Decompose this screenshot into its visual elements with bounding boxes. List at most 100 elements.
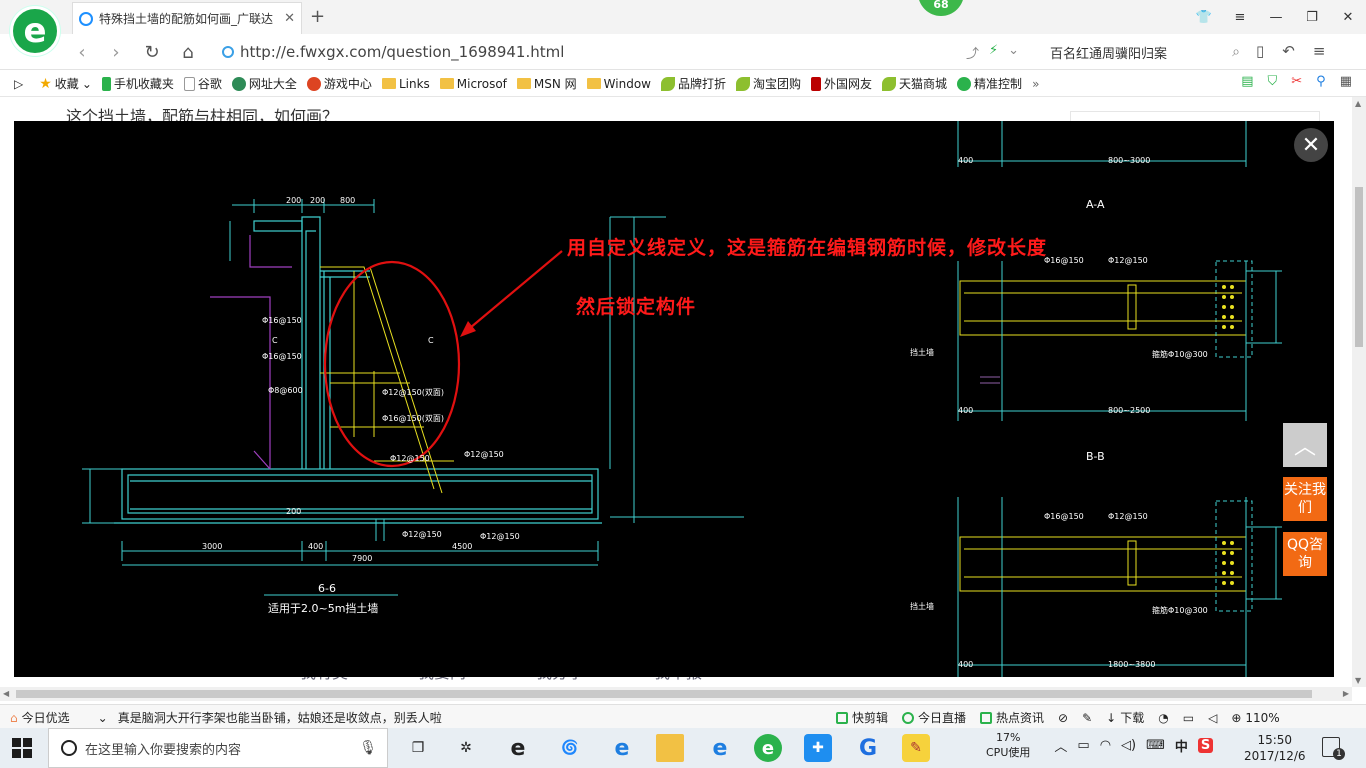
today-picks[interactable]: ⌂ 今日优选	[10, 709, 70, 726]
taskbar-search-input[interactable]: 在这里输入你要搜索的内容	[85, 739, 351, 758]
chevron-down-icon[interactable]: ⌄	[1008, 43, 1019, 62]
zoom[interactable]: ⊕ 110%	[1231, 709, 1279, 726]
follow-us-button[interactable]: 关注我们	[1283, 477, 1327, 521]
swirl-app-icon[interactable]: 🌀	[556, 734, 584, 762]
edge-e-icon[interactable]: e	[504, 734, 532, 762]
minimize-button[interactable]: —	[1258, 0, 1294, 34]
ime-indicator[interactable]: 中	[1175, 736, 1188, 755]
chat-icon	[957, 76, 972, 91]
window-icon[interactable]: ▭	[1183, 709, 1194, 726]
scissors-icon[interactable]: ✂	[1291, 74, 1302, 89]
battery-icon[interactable]: ▭	[1077, 738, 1089, 753]
speed-icon[interactable]: ⚡	[989, 43, 998, 62]
qq-consult-button[interactable]: QQ咨询	[1283, 532, 1327, 576]
cpu-meter[interactable]: 17% CPU使用	[986, 730, 1030, 760]
bookmark-tmall[interactable]: 天猫商城	[882, 75, 947, 92]
bookmark-control[interactable]: 精准控制	[957, 75, 1022, 92]
vertical-scroll-thumb[interactable]	[1355, 187, 1363, 347]
windows-start-icon[interactable]	[12, 738, 32, 758]
extension-icons: ▤ ⛉ ✂ ⚲ ▦	[1241, 74, 1352, 89]
scroll-down-arrow-icon[interactable]: ▼	[1355, 676, 1361, 685]
undo-icon[interactable]: ↶	[1282, 42, 1295, 60]
sidebar-toggle-icon[interactable]: ▷	[14, 77, 23, 91]
search-icon[interactable]: ⌕	[1232, 44, 1240, 60]
reader-icon[interactable]: ▤	[1241, 74, 1253, 89]
bookmark-microsoft[interactable]: Microsof	[439, 77, 507, 91]
keyboard-icon[interactable]: ⌨	[1146, 738, 1165, 753]
vertical-scrollbar[interactable]: ▲ ▼	[1352, 97, 1366, 687]
refresh-icon[interactable]: ↻	[140, 40, 164, 64]
apps-grid-icon[interactable]: ▦	[1340, 74, 1352, 89]
address-bar[interactable]: http://e.fwxgx.com/question_1698941.html	[222, 39, 1032, 65]
home-icon[interactable]: ⌂	[176, 40, 200, 64]
image-viewer[interactable]: 200 200 800 3000 400 4500 7900 200 Φ16@1…	[14, 121, 1334, 677]
more-bookmarks-icon[interactable]: »	[1032, 77, 1039, 91]
browser-app-icon[interactable]: e	[754, 734, 782, 762]
today-live[interactable]: 今日直播	[902, 709, 966, 726]
menu-icon[interactable]: ≡	[1222, 0, 1258, 34]
bookmark-google[interactable]: 谷歌	[183, 75, 222, 92]
close-window-button[interactable]: ✕	[1330, 0, 1366, 34]
bookmark-msn[interactable]: MSN 网	[516, 75, 577, 92]
bookmark-taobao[interactable]: 淘宝团购	[736, 75, 801, 92]
bookmark-sites[interactable]: 网址大全	[231, 75, 297, 92]
browser-logo[interactable]: e	[10, 6, 60, 56]
notification-center-icon[interactable]: 1	[1322, 737, 1345, 760]
task-view-icon[interactable]: ❐	[404, 734, 432, 762]
fan-app-icon[interactable]: ✲	[452, 734, 480, 762]
tab-close-icon[interactable]: ✕	[284, 11, 295, 26]
network-icon[interactable]: ◠	[1100, 738, 1111, 753]
sound-icon[interactable]: ◁	[1208, 709, 1217, 726]
section-title-bb: B-B	[1086, 450, 1105, 463]
magnifier-icon[interactable]: ⚲	[1316, 74, 1326, 89]
bookmark-windows[interactable]: Window	[586, 77, 651, 91]
forward-icon[interactable]: ›	[104, 40, 128, 64]
speed-icon[interactable]: ⊘	[1058, 709, 1068, 726]
horizontal-scroll-thumb[interactable]	[16, 690, 1312, 698]
new-tab-button[interactable]: +	[310, 6, 325, 27]
search-box[interactable]: 百名红通周骥阳归案 ⌕	[1040, 39, 1240, 65]
sogou-icon[interactable]: S	[1197, 737, 1214, 753]
bookmark-mobile[interactable]: 手机收藏夹	[101, 75, 174, 92]
tool-icon[interactable]: ✎	[1082, 709, 1092, 726]
taskbar-search[interactable]: 在这里输入你要搜索的内容 🎙	[48, 728, 388, 768]
restore-button[interactable]: ❐	[1294, 0, 1330, 34]
bookmark-games[interactable]: 游戏中心	[306, 75, 372, 92]
hot-news[interactable]: 热点资讯	[980, 709, 1044, 726]
chevron-down-icon[interactable]: ⌄	[98, 709, 108, 726]
g-app-icon[interactable]: G	[854, 734, 882, 762]
mobile-icon[interactable]: ▯	[1256, 42, 1264, 60]
shield-icon[interactable]: ⛉	[1268, 74, 1278, 89]
scroll-to-top-button[interactable]: ︿	[1283, 423, 1327, 467]
scroll-up-arrow-icon[interactable]: ▲	[1355, 99, 1361, 108]
plus-app-icon[interactable]: ✚	[804, 734, 832, 762]
horizontal-scrollbar[interactable]: ◀ ▶	[0, 687, 1352, 701]
bookmark-links[interactable]: Links	[381, 77, 430, 91]
edge-icon[interactable]: e	[608, 734, 636, 762]
bookmark-favorites[interactable]: ★ 收藏 ⌄	[39, 75, 92, 92]
news-headline[interactable]: 真是脑洞大开行李架也能当卧铺，姑娘还是收敛点，别丢人啦	[118, 709, 442, 726]
back-icon[interactable]: ‹	[70, 40, 94, 64]
history-icon[interactable]: ◔	[1158, 709, 1168, 726]
notes-app-icon[interactable]: ✎	[902, 734, 930, 762]
bookmark-foreign[interactable]: 外国网友	[811, 75, 872, 92]
scroll-left-arrow-icon[interactable]: ◀	[3, 689, 9, 698]
notification-badge[interactable]: 68	[918, 0, 964, 16]
skin-icon[interactable]: 👕	[1186, 0, 1222, 34]
close-viewer-button[interactable]: ✕	[1294, 128, 1328, 162]
more-icon[interactable]: ≡	[1313, 42, 1326, 60]
clock[interactable]: 15:50 2017/12/6	[1244, 732, 1306, 764]
chevron-up-icon[interactable]: ︿	[1054, 736, 1067, 755]
browser-tab[interactable]: 特殊挡土墙的配筋如何画_广联达 ✕	[72, 2, 302, 34]
ie-icon[interactable]: e	[706, 734, 734, 762]
search-input[interactable]: 百名红通周骥阳归案	[1040, 43, 1232, 62]
rebar-label: Φ12@150	[464, 450, 504, 459]
download[interactable]: ↓ 下载	[1106, 709, 1144, 726]
microphone-icon[interactable]: 🎙	[359, 740, 377, 756]
scroll-right-arrow-icon[interactable]: ▶	[1343, 689, 1349, 698]
file-explorer-icon[interactable]	[656, 734, 684, 762]
share-icon[interactable]: ⤴	[966, 43, 979, 62]
volume-icon[interactable]: ◁)	[1121, 738, 1136, 753]
bookmark-discount[interactable]: 品牌打折	[660, 75, 726, 92]
quick-edit[interactable]: 快剪辑	[836, 709, 888, 726]
